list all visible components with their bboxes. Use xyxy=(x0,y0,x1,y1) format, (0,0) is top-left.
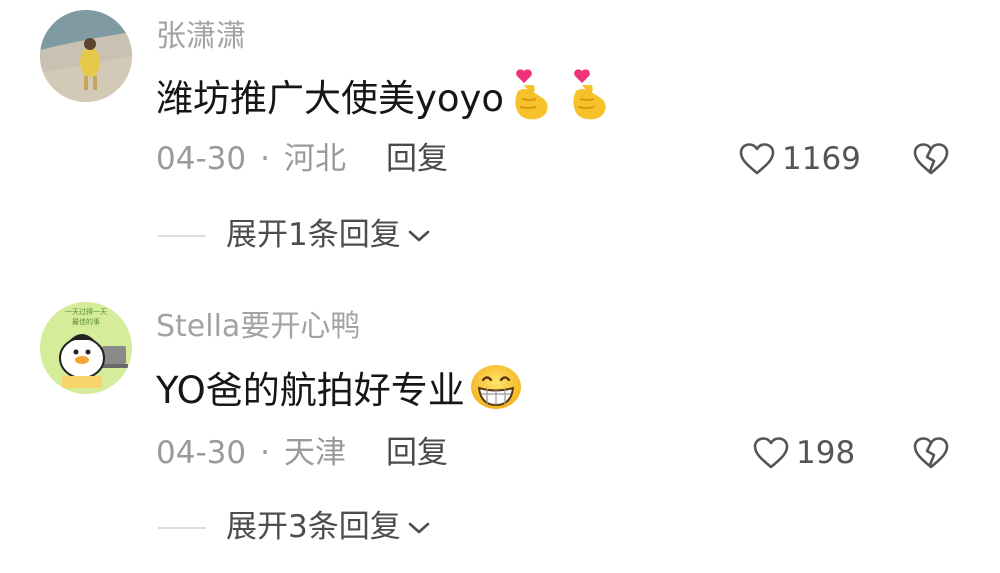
expand-replies-button[interactable]: 展开1条回复 xyxy=(158,220,431,251)
comment-username[interactable]: 张潇潇 xyxy=(156,22,246,52)
finger-heart-emoji xyxy=(568,69,614,127)
heart-outline-icon xyxy=(739,143,775,175)
svg-text:一天过得一天: 一天过得一天 xyxy=(65,307,107,316)
chevron-down-icon xyxy=(408,522,430,533)
comment-text: YO爸的航拍好专业 xyxy=(156,364,523,416)
comment-username[interactable]: Stella要开心鸭 xyxy=(156,312,360,342)
avatar[interactable]: 一天过得一天 最佳的事 xyxy=(40,302,132,394)
expand-replies-button[interactable]: 展开3条回复 xyxy=(158,512,431,543)
expand-replies-label: 展开1条回复 xyxy=(226,217,401,253)
comment-text-body: YO爸的航拍好专业 xyxy=(156,368,465,412)
divider-line xyxy=(158,526,206,529)
meta-separator: · xyxy=(260,435,270,471)
heart-outline-icon xyxy=(753,437,789,469)
svg-text:最佳的事: 最佳的事 xyxy=(72,317,100,326)
like-button[interactable]: 198 xyxy=(752,436,855,470)
finger-heart-emoji xyxy=(510,69,556,127)
comment-meta: 04-30 · 天津 回复 xyxy=(156,438,448,469)
like-count: 198 xyxy=(796,434,856,471)
meta-separator: · xyxy=(260,141,270,177)
comment-meta: 04-30 · 河北 回复 xyxy=(156,144,448,175)
reply-button[interactable]: 回复 xyxy=(386,438,448,469)
expand-replies-label: 展开3条回复 xyxy=(226,509,401,545)
like-count: 1169 xyxy=(782,140,861,177)
broken-heart-icon xyxy=(913,143,949,175)
comment-date: 04-30 xyxy=(156,435,247,471)
avatar[interactable] xyxy=(40,10,132,102)
reply-button[interactable]: 回复 xyxy=(386,144,448,175)
dislike-button[interactable] xyxy=(912,142,950,180)
chevron-down-icon xyxy=(408,230,430,241)
dislike-button[interactable] xyxy=(912,436,950,474)
like-button[interactable]: 1169 xyxy=(738,142,861,176)
broken-heart-icon xyxy=(913,437,949,469)
grinning-emoji xyxy=(469,363,523,417)
comment-location: 天津 xyxy=(283,435,346,471)
comment-text: 潍坊推广大使美yoyo xyxy=(156,69,614,127)
comment-date: 04-30 xyxy=(156,141,247,177)
comment-text-body: 潍坊推广大使美yoyo xyxy=(156,76,505,120)
divider-line xyxy=(158,234,206,237)
comment-location: 河北 xyxy=(283,141,346,177)
